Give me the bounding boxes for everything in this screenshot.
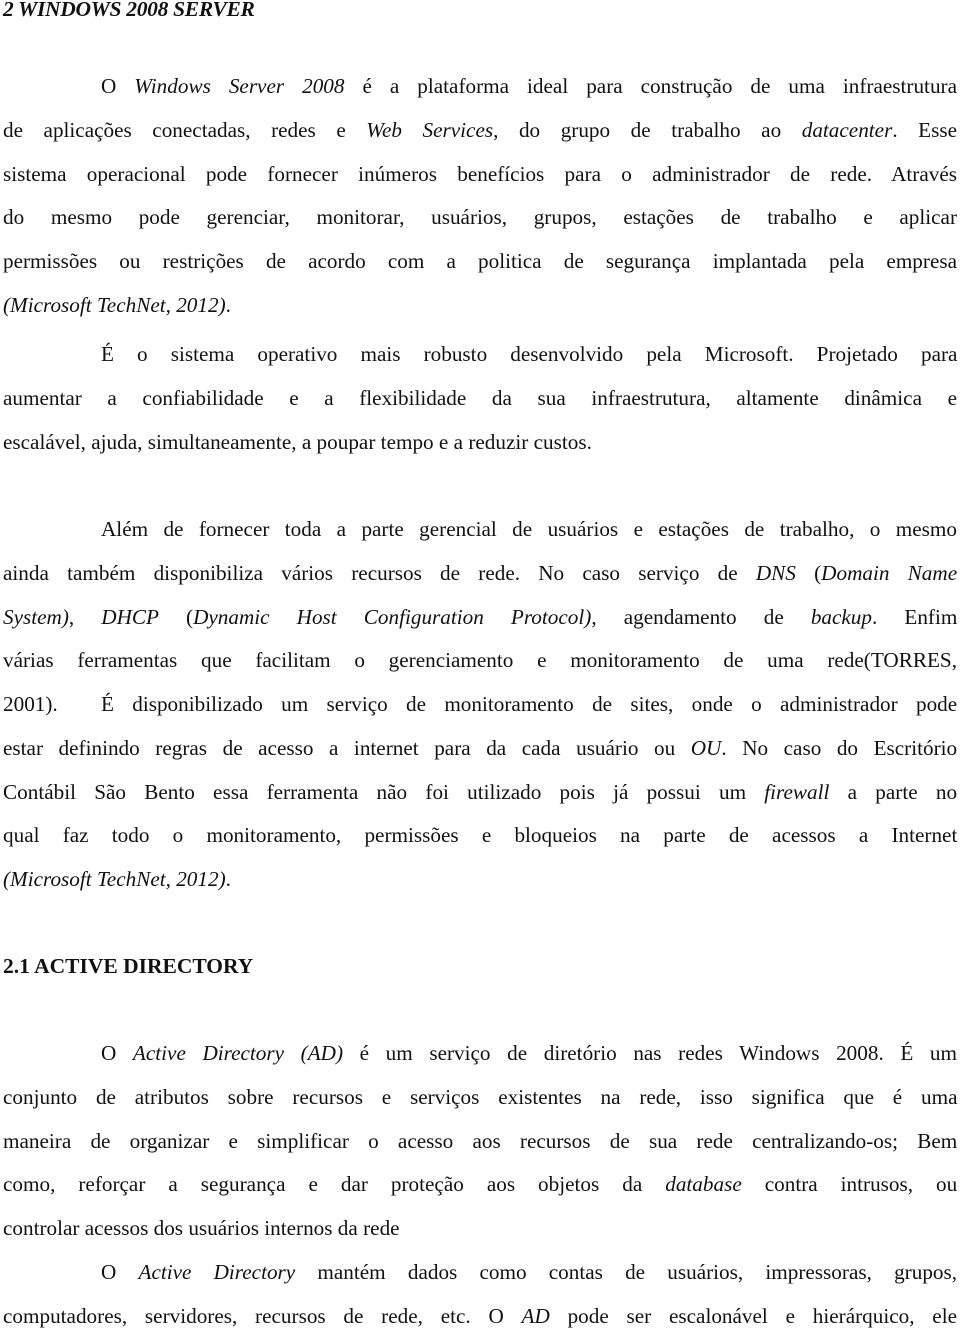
text-run: qual faz todo o monitoramento, permissõe… <box>3 823 958 848</box>
section-heading: 2 WINDOWS 2008 SERVER <box>3 0 255 21</box>
italic-text: Windows Server 2008 <box>134 74 345 98</box>
text-run: a parte no <box>829 779 958 804</box>
italic-text: (Microsoft TechNet, 2012) <box>3 867 226 892</box>
text-line: Contábil São Bento essa ferramenta não f… <box>3 771 957 815</box>
text-run: . <box>225 292 231 317</box>
italic-text: database <box>665 1172 742 1197</box>
text-run: , <box>68 604 102 629</box>
text-run: é a plataforma ideal para construção de … <box>344 74 958 98</box>
text-run: O <box>101 1041 133 1065</box>
text-run: . <box>225 867 231 892</box>
text-line: O Active Directory (AD) é um serviço de … <box>3 1032 957 1076</box>
text-run: maneira de organizar e simplificar o ace… <box>3 1128 958 1153</box>
text-run: ( <box>158 604 194 629</box>
italic-text: firewall <box>764 779 830 804</box>
text-line: do mesmo pode gerenciar, monitorar, usuá… <box>3 196 957 240</box>
text-run: conjunto de atributos sobre recursos e s… <box>3 1084 958 1109</box>
paragraph-site-monitoring: É disponibilizado um serviço de monitora… <box>3 683 957 902</box>
italic-text: Active Directory (AD) <box>132 1041 344 1065</box>
text-run: várias ferramentas que facilitam o geren… <box>3 648 957 673</box>
text-run: Contábil São Bento essa ferramenta não f… <box>3 779 765 804</box>
text-line: de aplicações conectadas, redes e Web Se… <box>3 109 957 153</box>
text-line: controlar acessos dos usuários internos … <box>3 1207 957 1251</box>
paragraph-active-directory-data: O Active Directory mantém dados como con… <box>3 1251 957 1339</box>
text-line: aumentar a confiabilidade e a flexibilid… <box>3 377 957 421</box>
text-line: escalável, ajuda, simultaneamente, a pou… <box>3 421 957 465</box>
text-line: sistema operacional pode fornecer inúmer… <box>3 153 957 197</box>
text-line: É disponibilizado um serviço de monitora… <box>3 683 957 727</box>
text-line: estar definindo regras de acesso a inter… <box>3 727 957 771</box>
text-line: O Active Directory mantém dados como con… <box>3 1251 957 1295</box>
text-run: ( <box>795 560 822 585</box>
italic-text: backup <box>810 604 872 629</box>
text-line: como, reforçar a segurança e dar proteçã… <box>3 1163 957 1207</box>
text-run: aumentar a confiabilidade e a flexibilid… <box>3 385 957 410</box>
text-run: É disponibilizado um serviço de monitora… <box>101 692 958 716</box>
text-run: ainda também disponibiliza vários recurs… <box>3 560 756 585</box>
text-run: pode ser escalonável e hierárquico, ele <box>549 1303 957 1328</box>
paragraph-active-directory-definition: O Active Directory (AD) é um serviço de … <box>3 1032 957 1251</box>
text-line: computadores, servidores, recursos de re… <box>3 1295 957 1339</box>
text-run: , do grupo de trabalho ao <box>493 117 802 142</box>
italic-text: datacenter <box>801 117 893 142</box>
text-run: sistema operacional pode fornecer inúmer… <box>3 161 957 186</box>
text-run: é um serviço de diretório nas redes Wind… <box>343 1041 957 1065</box>
text-run: É o sistema operativo mais robusto desen… <box>101 342 958 366</box>
text-line: ainda também disponibiliza vários recurs… <box>3 552 957 596</box>
text-run: computadores, servidores, recursos de re… <box>3 1303 522 1328</box>
text-run: mantém dados como contas de usuários, im… <box>295 1260 958 1284</box>
italic-text: (Microsoft TechNet, 2012) <box>3 292 226 317</box>
text-line: É o sistema operativo mais robusto desen… <box>3 333 957 377</box>
paragraph-windows-server-intro: O Windows Server 2008 é a plataforma ide… <box>3 65 957 328</box>
text-line: Além de fornecer toda a parte gerencial … <box>3 508 957 552</box>
text-run: contra intrusos, ou <box>741 1172 958 1197</box>
italic-text: Web Services <box>366 117 494 142</box>
text-line: O Windows Server 2008 é a plataforma ide… <box>3 65 957 109</box>
text-line: qual faz todo o monitoramento, permissõe… <box>3 814 957 858</box>
text-run: . Enfim <box>872 604 958 629</box>
italic-text: DNS <box>755 560 796 585</box>
text-line: (Microsoft TechNet, 2012). <box>3 284 957 328</box>
text-line: conjunto de atributos sobre recursos e s… <box>3 1076 957 1120</box>
text-run: Além de fornecer toda a parte gerencial … <box>101 517 957 541</box>
text-line: System), DHCP (Dynamic Host Configuratio… <box>3 596 957 640</box>
text-run: . No caso do Escritório <box>721 735 958 760</box>
text-run: O <box>101 1260 139 1284</box>
text-run: . Esse <box>892 117 958 142</box>
text-line: (Microsoft TechNet, 2012). <box>3 858 957 902</box>
text-run: do mesmo pode gerenciar, monitorar, usuá… <box>3 205 958 230</box>
text-line: maneira de organizar e simplificar o ace… <box>3 1120 957 1164</box>
text-run: , agendamento de <box>591 604 811 629</box>
text-line: permissões ou restrições de acordo com a… <box>3 240 957 284</box>
italic-text: DHCP <box>101 604 159 629</box>
italic-text: OU <box>690 735 722 760</box>
italic-text: Active Directory <box>138 1260 296 1284</box>
italic-text: AD <box>521 1303 550 1328</box>
subsection-heading: 2.1 ACTIVE DIRECTORY <box>3 954 254 978</box>
text-run: controlar acessos dos usuários internos … <box>3 1216 400 1241</box>
paragraph-robust-os: É o sistema operativo mais robusto desen… <box>3 333 957 464</box>
text-run: estar definindo regras de acesso a inter… <box>3 735 691 760</box>
text-line: várias ferramentas que facilitam o geren… <box>3 639 957 683</box>
text-run: como, reforçar a segurança e dar proteçã… <box>3 1172 666 1197</box>
italic-text: System) <box>3 604 69 629</box>
text-run: escalável, ajuda, simultaneamente, a pou… <box>3 429 592 454</box>
text-run: permissões ou restrições de acordo com a… <box>3 249 957 274</box>
text-run: O <box>101 74 135 98</box>
italic-text: Dynamic Host Configuration Protocol) <box>193 604 592 629</box>
text-run: de aplicações conectadas, redes e <box>3 117 367 142</box>
italic-text: Domain Name <box>821 560 958 585</box>
